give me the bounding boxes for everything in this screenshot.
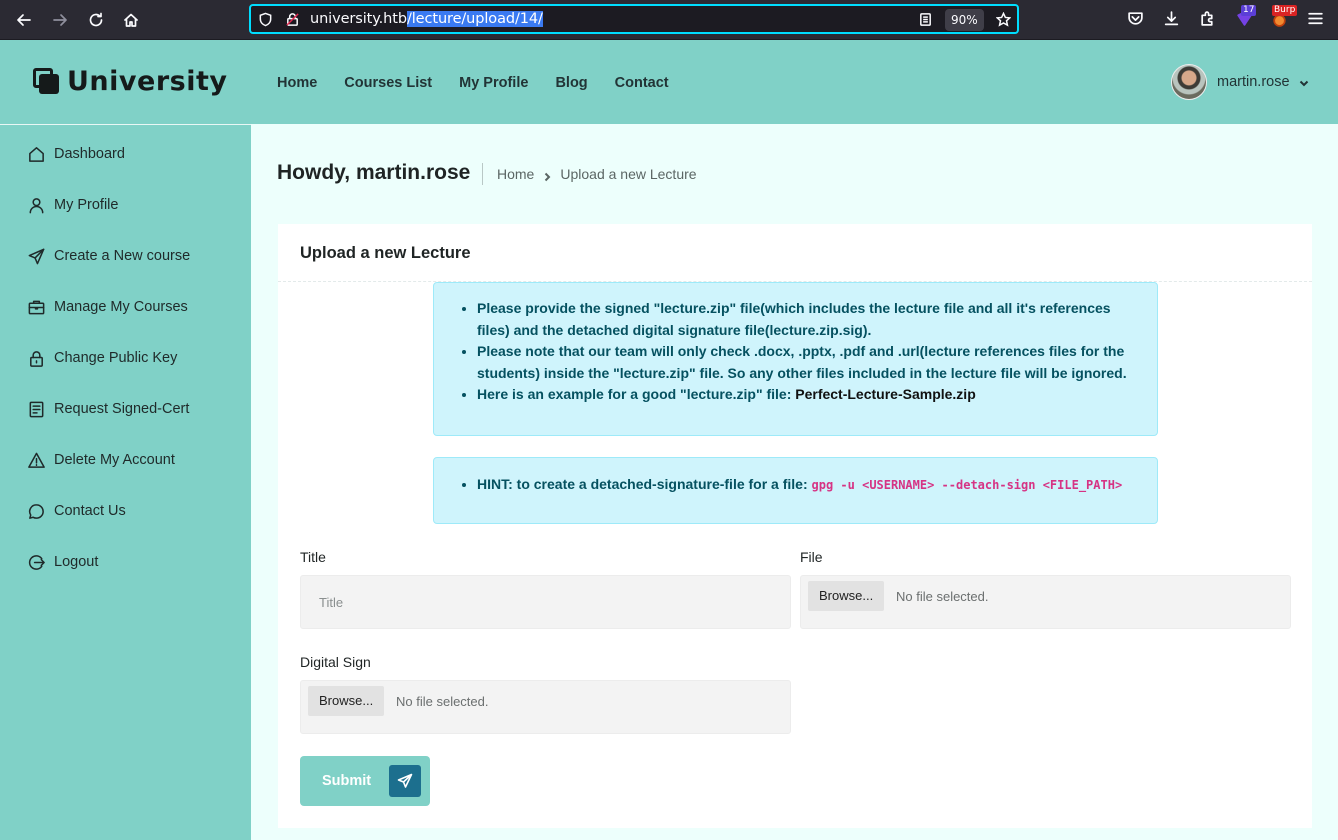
digital-sign-input[interactable]: Browse... No file selected.: [300, 680, 791, 734]
lock-icon[interactable]: [285, 12, 300, 32]
arrow-right-icon: [53, 14, 67, 26]
hint-text: HINT: to create a detached-signature-fil…: [477, 476, 812, 492]
url-host: university.htb: [310, 11, 407, 27]
file-input[interactable]: Browse... No file selected.: [800, 575, 1291, 629]
sidebar-item-my-profile[interactable]: My Profile: [26, 193, 118, 217]
home-icon: [26, 144, 46, 164]
sidebar-item-contact-us[interactable]: Contact Us: [26, 499, 126, 523]
nav-blog[interactable]: Blog: [555, 75, 587, 91]
digital-sign-label: Digital Sign: [300, 654, 371, 670]
reader-view-icon[interactable]: [918, 12, 933, 32]
send-icon: [26, 246, 46, 266]
extension-badge: 17: [1241, 5, 1257, 16]
upload-lecture-card: Upload a new Lecture Please provide the …: [278, 224, 1312, 828]
download-icon[interactable]: [1163, 10, 1181, 28]
logo-text: University: [67, 66, 228, 97]
user-icon: [26, 195, 46, 215]
sidebar-item-manage-courses[interactable]: Manage My Courses: [26, 295, 188, 319]
sidebar-item-request-signed-cert[interactable]: Request Signed-Cert: [26, 397, 189, 421]
forward-button[interactable]: [48, 8, 72, 32]
bookmark-star-icon[interactable]: [995, 11, 1012, 32]
sidebar: Dashboard My Profile Create a New course…: [0, 124, 251, 840]
username: martin.rose: [1217, 74, 1290, 90]
nav-contact[interactable]: Contact: [615, 75, 669, 91]
site-logo[interactable]: University: [33, 66, 227, 97]
burp-badge: Burp: [1272, 5, 1298, 16]
sidebar-item-label: Logout: [54, 554, 99, 570]
nav-my-profile[interactable]: My Profile: [459, 75, 528, 91]
instruction-item: Please note that our team will only chec…: [477, 341, 1137, 384]
sign-file-status: No file selected.: [396, 694, 489, 709]
arrow-left-icon: [17, 14, 31, 26]
hint-item: HINT: to create a detached-signature-fil…: [477, 474, 1157, 497]
avatar: [1171, 64, 1207, 100]
card-title: Upload a new Lecture: [300, 244, 471, 262]
chevron-down-icon: [1298, 76, 1310, 88]
sample-file-link[interactable]: Perfect-Lecture-Sample.zip: [795, 386, 976, 402]
file-label: File: [800, 549, 823, 565]
sidebar-item-label: Delete My Account: [54, 452, 175, 468]
home-button[interactable]: [119, 8, 143, 32]
sidebar-item-change-public-key[interactable]: Change Public Key: [26, 346, 177, 370]
sidebar-item-delete-account[interactable]: Delete My Account: [26, 448, 175, 472]
sidebar-item-dashboard[interactable]: Dashboard: [26, 142, 125, 166]
back-button[interactable]: [12, 8, 36, 32]
title-input[interactable]: [300, 575, 791, 629]
site-header: University Home Courses List My Profile …: [0, 40, 1338, 124]
shield-icon[interactable]: [258, 12, 273, 32]
sidebar-item-logout[interactable]: Logout: [26, 550, 98, 574]
sidebar-item-label: Request Signed-Cert: [54, 401, 190, 417]
breadcrumb-current: Upload a new Lecture: [560, 166, 697, 182]
instructions-alert: Please provide the signed "lecture.zip" …: [433, 282, 1158, 436]
breadcrumb-home[interactable]: Home: [497, 166, 534, 182]
sidebar-item-label: Contact Us: [54, 503, 126, 519]
page-title: Howdy, martin.rose: [277, 161, 471, 184]
nav-courses-list[interactable]: Courses List: [344, 75, 432, 91]
zoom-level[interactable]: 90%: [945, 9, 984, 31]
sidebar-item-label: Change Public Key: [54, 350, 178, 366]
sidebar-item-label: Create a New course: [54, 248, 191, 264]
sidebar-item-label: Manage My Courses: [54, 299, 188, 315]
chevron-right-icon: [542, 169, 552, 182]
home-icon: [124, 13, 138, 27]
document-icon: [26, 399, 46, 419]
warning-icon: [26, 450, 46, 470]
main-nav: Home Courses List My Profile Blog Contac…: [277, 75, 696, 91]
sidebar-item-label: My Profile: [54, 197, 119, 213]
hint-alert: HINT: to create a detached-signature-fil…: [433, 457, 1158, 524]
sign-browse-button[interactable]: Browse...: [308, 686, 385, 716]
submit-button[interactable]: Submit: [300, 756, 430, 806]
logout-icon: [26, 552, 46, 572]
file-status: No file selected.: [896, 589, 989, 604]
user-menu[interactable]: martin.rose: [1171, 64, 1310, 100]
browser-toolbar: university.htb/lecture/upload/14/ 90% 17…: [0, 0, 1338, 40]
instruction-item: Please provide the signed "lecture.zip" …: [477, 298, 1137, 341]
send-icon: [389, 765, 421, 797]
url-bar[interactable]: university.htb/lecture/upload/14/ 90%: [249, 4, 1019, 34]
instruction-item: Here is an example for a good "lecture.z…: [477, 384, 1137, 406]
reload-button[interactable]: [84, 8, 108, 32]
sidebar-item-label: Dashboard: [54, 146, 125, 162]
title-label: Title: [300, 549, 326, 565]
pocket-icon[interactable]: [1127, 10, 1145, 28]
file-browse-button[interactable]: Browse...: [808, 581, 885, 611]
url-text[interactable]: university.htb/lecture/upload/14/: [310, 11, 543, 27]
example-text: Here is an example for a good "lecture.z…: [477, 386, 796, 402]
briefcase-icon: [26, 297, 46, 317]
submit-label: Submit: [322, 773, 372, 789]
url-path: /lecture/upload/14/: [406, 11, 543, 27]
logo-icon: [33, 68, 60, 95]
sidebar-item-create-course[interactable]: Create a New course: [26, 244, 190, 268]
extensions-icon[interactable]: [1199, 10, 1217, 28]
reload-icon: [89, 12, 103, 27]
lock-icon: [26, 348, 46, 368]
breadcrumb: Home Upload a new Lecture: [482, 163, 697, 185]
app-menu-icon[interactable]: [1307, 10, 1325, 28]
chat-icon: [26, 501, 46, 521]
nav-home[interactable]: Home: [277, 75, 317, 91]
hint-command: gpg -u <USERNAME> --detach-sign <FILE_PA…: [811, 478, 1123, 492]
